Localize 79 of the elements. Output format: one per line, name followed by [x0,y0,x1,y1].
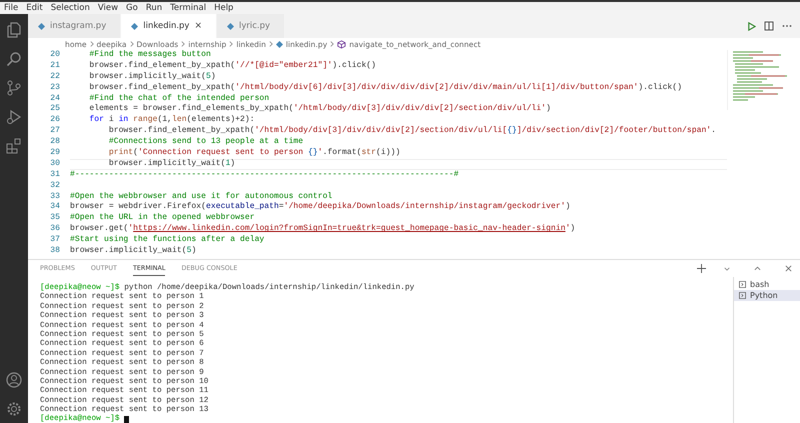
code-line: browser.get('https://www.linkedin.com/login?fromSignIn=true&trk=guest_homepage-basic_nav-header-signin') [70,224,576,234]
chevron-right-icon [229,41,234,47]
menu-item[interactable]: Run [146,3,162,13]
line-number: 24 [49,94,60,104]
line-number: 22 [49,72,60,83]
python-file-icon [276,40,283,48]
file-tab[interactable]: lyric.py [217,14,286,38]
code-line: #Open the webbrowser and use it for autonomous control [70,192,332,201]
chevron-right-icon [130,41,134,47]
python-file-icon [38,22,45,30]
code-line: #Start using the functions after a delay [70,235,264,244]
text-cursor [124,416,130,423]
more-icon[interactable] [782,24,792,28]
line-number: 31 [49,170,60,181]
menu-item[interactable]: Selection [50,3,90,13]
code-line: elements = browser.find_elements_by_xpath('/html/body/div[3]/div/div/div[2]/section/div/ul/li') [88,104,551,114]
add-icon[interactable] [697,264,706,273]
code-line: browser.find_element_by_xpath('/html/body/div[6]/div[3]/div/div/div/div[2]/div/div/main/ul/li[1]/div/button/span').click() [88,82,682,92]
close-icon[interactable] [785,265,792,272]
python-file-icon [227,22,234,30]
python-file-icon [131,22,138,30]
settings-icon[interactable] [6,401,22,417]
terminal-icon [739,281,746,288]
line-number: 20 [49,50,60,61]
terminal-list-item[interactable]: bash [734,279,800,290]
line-number: 26 [49,115,60,126]
code-line: browser.find_element_by_xpath('/html/body/div[3]/div/div/div[2]/section/div/ul/li[{}]/div/section/div[2]/footer/button/span'. [108,126,716,136]
menu-item[interactable]: Terminal [170,3,206,13]
line-number: 32 [49,180,60,192]
chevron-right-icon [330,41,334,47]
code-line: browser.implicitly_wait(5) [88,72,216,81]
chevron-up-icon[interactable] [754,266,761,271]
code-line: #Find the messages button [88,50,211,59]
code-line: #------------------------------------------------------------------------------# [70,170,459,179]
line-number: 35 [49,213,60,224]
file-tab[interactable]: linkedin.py × [121,14,218,38]
chevron-right-icon [268,41,273,47]
menu-item[interactable]: File [4,3,18,13]
line-number: 33 [49,192,60,202]
code-line: #Find the chat of the intended person [88,94,270,103]
code-line: #Connections send to 13 people at a time [108,137,304,146]
run-icon[interactable] [747,22,756,30]
line-number: 21 [49,60,60,72]
line-number: 28 [49,137,60,148]
minimap-drawing [727,50,790,110]
file-tab[interactable]: instagram.py [28,14,122,38]
line-number: 36 [49,224,60,236]
split-editor-icon[interactable] [764,21,774,31]
account-icon[interactable] [6,372,22,388]
code-line: browser.implicitly_wait(5) [70,246,196,256]
line-number: 30 [49,158,60,170]
files-icon[interactable] [6,22,22,38]
code-line: #Open the URL in the opened webbrowser [70,213,255,222]
menu-item[interactable]: Help [214,3,234,13]
chevron-down-icon[interactable] [724,266,730,270]
code-line: browser.implicitly_wait(1) [108,158,236,168]
code-line: print('Connection request sent to person {}'.format(str(i))) [108,148,400,158]
line-number: 23 [49,82,60,94]
chevron-right-icon [90,41,94,47]
cube-icon [337,40,346,48]
line-number: 27 [49,126,60,138]
terminal-icon [739,292,746,299]
search-icon[interactable] [6,51,22,67]
line-number: 25 [49,104,60,116]
extensions-icon[interactable] [6,138,22,154]
menu-item[interactable]: View [98,3,118,13]
menu-item[interactable]: Go [126,3,138,13]
menu-item[interactable]: Edit [26,3,43,13]
line-number: 29 [49,148,60,159]
code-line: browser = webdriver.Firefox(executable_path='/home/deepika/Downloads/internship/instagram/geckodriver') [70,202,570,212]
terminal-list-item[interactable]: Python [734,290,800,301]
line-number: 37 [49,235,60,246]
code-line: for i in range(1,len(elements)+2): [88,115,255,124]
code-line: browser.find_element_by_xpath('//*[@id="ember21"]').click() [88,60,376,70]
run-debug-icon[interactable] [6,109,22,125]
source-control-icon[interactable] [6,80,22,96]
line-number: 38 [49,246,60,257]
chevron-right-icon [181,41,186,47]
line-number: 34 [49,202,60,214]
